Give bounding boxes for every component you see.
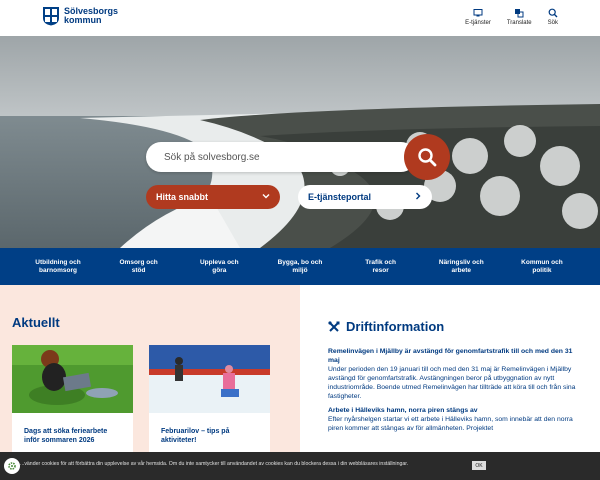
nav-item-experience[interactable]: Uppleva och göra [187, 248, 251, 285]
news-card-image [12, 345, 133, 413]
quick-find-label: Hitta snabbt [156, 192, 209, 202]
news-card-title: Dags att söka feriearbete inför sommaren… [24, 428, 108, 444]
nav-item-traffic[interactable]: Trafik och resor [349, 248, 413, 285]
e-service-portal-label: E-tjänsteportal [308, 192, 372, 202]
translate-link[interactable]: Translate [507, 8, 532, 26]
service-info-title: Driftinformation [346, 319, 445, 334]
cookie-ok-button[interactable]: OK [472, 461, 486, 470]
service-info-item-heading: Arbete i Hälleviks hamn, norra piren stä… [328, 407, 478, 414]
cookie-settings-icon[interactable] [4, 458, 20, 474]
site-logo[interactable]: Sölvesborgs kommun [42, 6, 118, 26]
grass-photo-image [12, 345, 133, 413]
translate-icon [515, 9, 524, 18]
monitor-icon [473, 9, 483, 17]
e-services-label: E-tjänster [465, 20, 491, 26]
site-header: Sölvesborgs kommun E-tjänster Translate … [0, 0, 600, 36]
nav-item-care[interactable]: Omsorg och stöd [107, 248, 171, 285]
cookie-text: ...vänder cookies för att förbättra din … [20, 461, 409, 467]
top-links: E-tjänster Translate Sök [465, 8, 558, 26]
e-service-portal-button[interactable]: E-tjänsteportal [298, 185, 432, 209]
service-info-item[interactable]: Arbete i Hälleviks hamn, norra piren stä… [328, 406, 584, 433]
gear-icon [8, 462, 16, 470]
quick-find-button[interactable]: Hitta snabbt [146, 185, 280, 209]
service-info-item-body: Efter nyårshelgen startar vi ett arbete … [328, 416, 573, 432]
chevron-down-icon [262, 194, 270, 199]
search-link[interactable]: Sök [548, 8, 558, 26]
news-card[interactable]: Februarilov – tips på aktiviteter! [149, 345, 270, 453]
news-card[interactable]: Dags att söka feriearbete inför sommaren… [12, 345, 133, 453]
news-card-image [149, 345, 270, 413]
news-section: Aktuellt Dags att söka feriearbete inför… [0, 285, 300, 480]
search-box [146, 142, 416, 172]
service-info-item-heading: Remelinvägen i Mjällby är avstängd för g… [328, 348, 573, 364]
nav-item-education[interactable]: Utbildning och barnomsorg [26, 248, 90, 285]
translate-label: Translate [506, 20, 532, 26]
hero-section: Hitta snabbt E-tjänsteportal [0, 36, 600, 248]
search-input[interactable] [146, 142, 386, 172]
search-icon [548, 8, 558, 18]
service-info-section: Driftinformation Remelinvägen i Mjällby … [300, 285, 600, 480]
service-info-heading: Driftinformation [328, 319, 444, 334]
nav-item-building[interactable]: Bygga, bo och miljö [268, 248, 332, 285]
main-navigation: Utbildning och barnomsorg Omsorg och stö… [0, 248, 600, 285]
nav-item-politics[interactable]: Kommun och politik [510, 248, 574, 285]
search-button[interactable] [404, 134, 450, 180]
ice-skating-photo-image [149, 345, 270, 413]
cookie-banner: ...vänder cookies för att förbättra din … [0, 452, 600, 480]
service-info-item[interactable]: Remelinvägen i Mjällby är avstängd för g… [328, 347, 584, 401]
news-card-title: Februarilov – tips på aktiviteter! [161, 428, 230, 444]
news-title: Aktuellt [12, 315, 60, 330]
logo-line2: kommun [64, 15, 102, 25]
coat-of-arms-icon [43, 7, 59, 26]
service-info-list: Remelinvägen i Mjällby är avstängd för g… [328, 347, 584, 438]
chevron-right-icon [416, 192, 421, 200]
search-label: Sök [547, 20, 558, 26]
search-icon [418, 148, 437, 167]
e-services-link[interactable]: E-tjänster [465, 8, 491, 26]
service-info-item-body: Under perioden den 19 januari till och m… [328, 366, 576, 400]
nav-item-business[interactable]: Näringsliv och arbete [429, 248, 493, 285]
tools-icon [328, 320, 340, 332]
